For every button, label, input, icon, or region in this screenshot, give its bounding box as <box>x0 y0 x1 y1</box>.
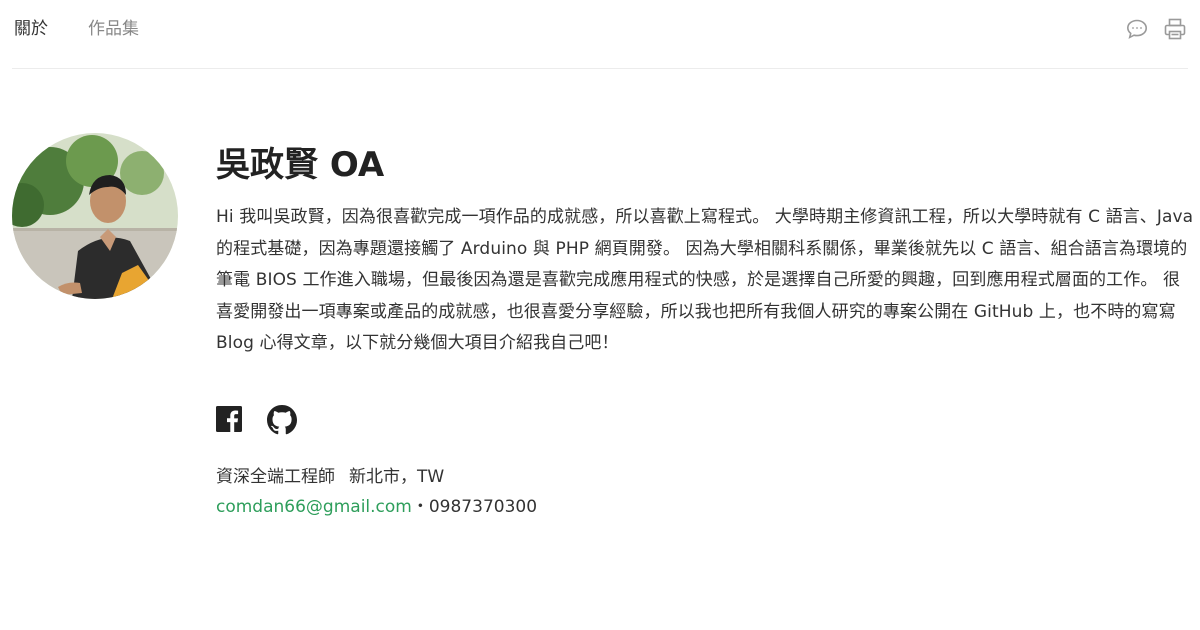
job-title: 資深全端工程師 <box>216 467 335 487</box>
top-nav: 關於 作品集 <box>12 0 1188 69</box>
comment-icon[interactable] <box>1124 16 1150 42</box>
tab-about[interactable]: 關於 <box>14 17 48 41</box>
email-link[interactable]: comdan66@gmail.com <box>216 497 412 517</box>
avatar <box>12 133 178 299</box>
contact-separator: ・ <box>411 497 429 517</box>
profile-bio: Hi 我叫吳政賢，因為很喜歡完成一項作品的成就感，所以喜歡上寫程式。 大學時期主… <box>216 207 1194 353</box>
profile-contact: comdan66@gmail.com・0987370300 <box>216 492 537 522</box>
tab-portfolio[interactable]: 作品集 <box>88 17 139 41</box>
profile-name: 吳政賢 OA <box>216 145 385 185</box>
print-icon[interactable] <box>1162 16 1188 42</box>
profile-meta: 資深全端工程師 新北市，TW <box>216 462 444 492</box>
phone-number: 0987370300 <box>428 497 538 517</box>
location: 新北市，TW <box>349 467 445 487</box>
facebook-icon[interactable] <box>216 405 246 435</box>
github-icon[interactable] <box>267 405 297 435</box>
